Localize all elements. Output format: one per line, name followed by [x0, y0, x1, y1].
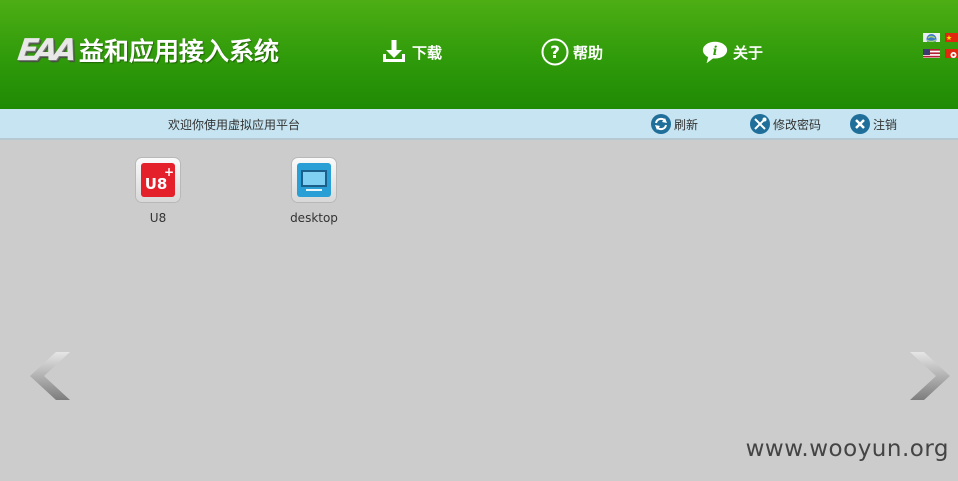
download-icon [380, 38, 408, 66]
welcome-text: 欢迎你使用虚拟应用平台 [168, 118, 301, 132]
nav-help-label: 帮助 [573, 43, 604, 62]
change-password-label: 修改密码 [773, 117, 822, 132]
app-tile-desktop[interactable]: desktop [264, 158, 364, 225]
header-bar: EAA 益和应用接入系统 下载 ? 帮助 i 关于 [0, 0, 958, 109]
previous-page-arrow-icon[interactable] [26, 350, 74, 402]
refresh-label: 刷新 [674, 117, 699, 132]
nav-about[interactable]: i 关于 [701, 37, 763, 67]
app-tile-u8[interactable]: U8 + U8 [108, 158, 208, 225]
watermark: www.wooyun.org [745, 436, 949, 462]
svg-text:?: ? [550, 43, 560, 63]
nav-download-label: 下载 [412, 43, 443, 62]
refresh-button[interactable]: 刷新 [650, 113, 698, 135]
logout-button[interactable]: 注销 [849, 113, 897, 135]
app-label: U8 [149, 211, 167, 225]
toolbar: 欢迎你使用虚拟应用平台 刷新 修改密码 注销 [0, 109, 958, 140]
nav-about-label: 关于 [733, 43, 764, 62]
u8-app-icon: U8 + [136, 158, 180, 202]
hk-flag-icon[interactable] [945, 46, 958, 58]
app-label: desktop [290, 211, 338, 225]
us-flag-icon[interactable] [923, 46, 940, 58]
logout-label: 注销 [873, 117, 898, 132]
info-icon: i [701, 38, 729, 66]
app-title: 益和应用接入系统 [78, 37, 279, 66]
logo: EAA 益和应用接入系统 [15, 32, 279, 68]
help-icon: ? [541, 38, 569, 66]
cn-flag-icon[interactable] [945, 30, 958, 42]
svg-text:i: i [713, 44, 718, 58]
refresh-icon [650, 113, 672, 135]
next-page-arrow-icon[interactable] [906, 350, 954, 402]
globe-icon[interactable] [923, 30, 940, 42]
svg-text:+: + [164, 165, 174, 179]
eaa-logo-mark: EAA [15, 32, 76, 68]
nav-help[interactable]: ? 帮助 [541, 37, 603, 67]
nav-download[interactable]: 下载 [380, 37, 442, 67]
close-icon [849, 113, 871, 135]
change-password-button[interactable]: 修改密码 [749, 113, 821, 135]
tools-icon [749, 113, 771, 135]
desktop-app-icon [292, 158, 336, 202]
